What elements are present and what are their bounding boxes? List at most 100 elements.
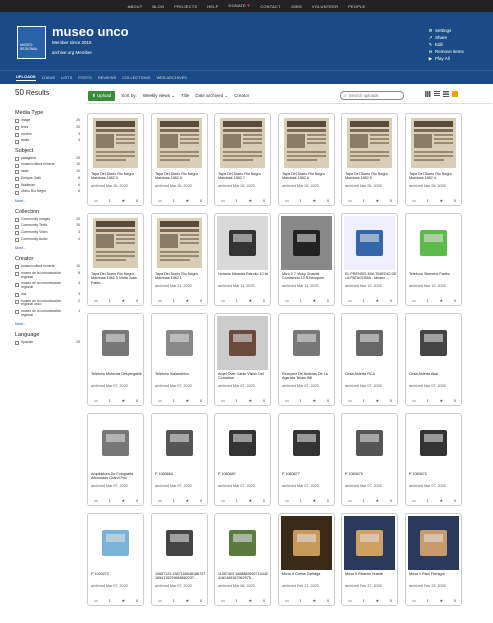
facet-option[interactable]: museo de la comunicación regional unco 2 — [15, 299, 80, 308]
card-thumbnail[interactable] — [154, 416, 205, 470]
card-title[interactable]: Tapa Del Diario Rio Negro Malvinas 1982 … — [155, 272, 207, 281]
facet-option[interactable]: patagonia 20 — [15, 156, 80, 161]
facet-option[interactable]: museo de la comunicación regional 3 — [15, 281, 80, 290]
card-thumbnail[interactable] — [217, 316, 268, 370]
upload-button[interactable]: ⬆ Upload — [88, 90, 116, 101]
nav-about[interactable]: ABOUT — [128, 4, 143, 9]
card-thumbnail[interactable] — [344, 116, 395, 170]
card-title[interactable]: P 1080687 — [218, 472, 270, 476]
card-thumbnail[interactable] — [281, 416, 332, 470]
facet-option[interactable]: movies 3 — [15, 132, 80, 137]
facet-checkbox[interactable] — [15, 272, 19, 277]
facet-option[interactable]: museo de la comunicación regional 1 — [15, 309, 80, 318]
facet-checkbox[interactable] — [15, 231, 19, 236]
card-title[interactable]: P 1080672 — [409, 472, 461, 476]
rss-icon[interactable] — [452, 91, 458, 97]
card-thumbnail[interactable] — [281, 116, 332, 170]
upload-card[interactable]: Tapa Del Diario Rio Negro Malvinas 1982 … — [87, 213, 144, 306]
tab-collections[interactable]: COLLECTIONS — [122, 75, 150, 80]
card-title[interactable]: 10657125 1587166548186747 16941782996688… — [155, 572, 207, 581]
card-thumbnail[interactable] — [217, 516, 268, 570]
sort-date-archived[interactable]: Date archived ⌄ — [195, 93, 228, 99]
list-view-icon[interactable] — [434, 91, 440, 97]
facet-checkbox[interactable] — [15, 139, 19, 144]
facet-checkbox[interactable] — [15, 292, 19, 297]
facet-checkbox[interactable] — [15, 217, 19, 222]
card-title[interactable]: Micro 6 Carlos Zaritaga — [282, 572, 334, 576]
tab-reviews[interactable]: REVIEWS — [98, 75, 116, 80]
upload-card[interactable]: P 1080675 archived Mar 07, 2025 ▭ 1 ★ 0 — [341, 413, 398, 506]
card-title[interactable]: Telefono Siemens Fadeo — [409, 272, 461, 276]
card-title[interactable]: Mico 0 7 Vicky Chavett Conviendo 10 S Ne… — [282, 272, 334, 281]
edit-action[interactable]: ✎ Edit — [428, 41, 464, 48]
upload-card[interactable]: 11057402 1668869662710442 41624653679629… — [214, 513, 271, 606]
upload-card[interactable]: Tapa Del Diario Rio Negro Malvinas 1982 … — [214, 113, 271, 206]
facet-checkbox[interactable] — [15, 170, 19, 175]
nav-help[interactable]: HELP — [207, 4, 218, 9]
facet-option[interactable]: Community Texts 20 — [15, 223, 80, 229]
settings-action[interactable]: ⚙ Settings — [428, 27, 464, 34]
card-thumbnail[interactable] — [408, 416, 459, 470]
nav-contact[interactable]: CONTACT — [260, 4, 280, 9]
card-title[interactable]: Cinta Abierta Akai — [409, 372, 461, 376]
facet-checkbox[interactable] — [15, 340, 19, 345]
facet-checkbox[interactable] — [15, 282, 19, 287]
upload-card[interactable]: Telefono Inalambrico archived Mar 07, 20… — [151, 313, 208, 406]
card-title[interactable]: Amet Over Cable Vision Del Comahue — [218, 372, 270, 381]
facet-option[interactable]: audio 4 — [15, 138, 80, 144]
tab-web-archives[interactable]: WEB ARCHIVES — [157, 75, 187, 80]
card-title[interactable]: Tapa Del Diario Rio Negro Malvinas 1982 … — [91, 172, 143, 181]
facet-checkbox[interactable] — [15, 132, 19, 137]
facet-more-link[interactable]: More... — [15, 322, 80, 326]
play-all-action[interactable]: ▶ Play All — [428, 55, 464, 62]
tab-lists[interactable]: LISTS — [61, 75, 72, 80]
facet-checkbox[interactable] — [15, 238, 19, 243]
facet-option[interactable]: Walkman 6 — [15, 183, 80, 188]
upload-card[interactable]: P 1080677 archived Mar 07, 2025 ▭ 1 ★ 0 — [278, 413, 335, 506]
facet-checkbox[interactable] — [15, 183, 19, 188]
facet-option[interactable]: Community Video 3 — [15, 230, 80, 236]
card-thumbnail[interactable] — [90, 516, 141, 570]
card-thumbnail[interactable] — [408, 316, 459, 370]
tab-loans[interactable]: LOANS — [42, 75, 56, 80]
facet-option[interactable]: Community Images 20 — [15, 217, 80, 222]
sort-weekly-views[interactable]: Weekly views ⌄ — [143, 93, 175, 99]
nav-volunteer[interactable]: VOLUNTEER — [312, 4, 338, 9]
upload-card[interactable]: Telefono Siemens Fadeo archived Mar 10, … — [405, 213, 462, 306]
facet-option[interactable]: museo/cultura minería 10 — [15, 264, 80, 270]
card-thumbnail[interactable] — [90, 416, 141, 470]
card-thumbnail[interactable] — [154, 116, 205, 170]
card-title[interactable]: Tapa Del Diario Rio Negro Malvinas 1982 … — [91, 272, 143, 285]
facet-checkbox[interactable] — [15, 156, 19, 161]
upload-card[interactable]: Ampliadora De Fotografia Aficionado Gran… — [87, 413, 144, 506]
upload-card[interactable]: EL PRENSIS MULTIMEDIO DE LA PATAGONIA - … — [341, 213, 398, 306]
upload-card[interactable]: P 1080684 archived Mar 07, 2025 ▭ 1 ★ 0 — [151, 413, 208, 506]
remove-items-action[interactable]: ⊖ Remove items — [428, 48, 464, 55]
facet-more-link[interactable]: More... — [15, 246, 80, 250]
facet-checkbox[interactable] — [15, 310, 19, 315]
tab-uploads[interactable]: UPLOADS — [16, 74, 36, 81]
card-thumbnail[interactable] — [408, 216, 459, 270]
upload-card[interactable]: P 1080687 archived Mar 07, 2025 ▭ 1 ★ 0 — [214, 413, 271, 506]
facet-checkbox[interactable] — [15, 299, 19, 304]
upload-card[interactable]: Cinta Abierta Akai archived Mar 07, 2025… — [405, 313, 462, 406]
tab-posts[interactable]: POSTS — [78, 75, 92, 80]
facet-option[interactable]: mcr 3 — [15, 292, 80, 297]
card-title[interactable]: Receptor De Noticias De La Agencia Telam… — [282, 372, 334, 381]
upload-card[interactable]: Mico 0 7 Vicky Chavett Conviendo 10 S Ne… — [278, 213, 335, 306]
upload-card[interactable]: Tapa Del Diario Rio Negro Malvinas 1982 … — [87, 113, 144, 206]
upload-card[interactable]: Amet Over Cable Vision Del Comahue archi… — [214, 313, 271, 406]
card-title[interactable]: P 1080675 — [345, 472, 397, 476]
facet-option[interactable]: museo/cultura minería 10 — [15, 162, 80, 168]
upload-card[interactable]: Horacio Miranda Estudio 10 Isl archived … — [214, 213, 271, 306]
card-thumbnail[interactable] — [217, 116, 268, 170]
card-thumbnail[interactable] — [154, 216, 205, 270]
upload-card[interactable]: P 1030272 archived Mar 07, 2025 ▭ 1 ★ 0 — [87, 513, 144, 606]
card-thumbnail[interactable] — [408, 516, 459, 570]
nav-people[interactable]: PEOPLE — [348, 4, 365, 9]
facet-option[interactable]: image 20 — [15, 118, 80, 124]
card-thumbnail[interactable] — [154, 316, 205, 370]
card-title[interactable]: P 1080684 — [155, 472, 207, 476]
upload-card[interactable]: Tapa Del Diario Rio Negro Malvinas 1982 … — [151, 113, 208, 206]
card-thumbnail[interactable] — [217, 216, 268, 270]
